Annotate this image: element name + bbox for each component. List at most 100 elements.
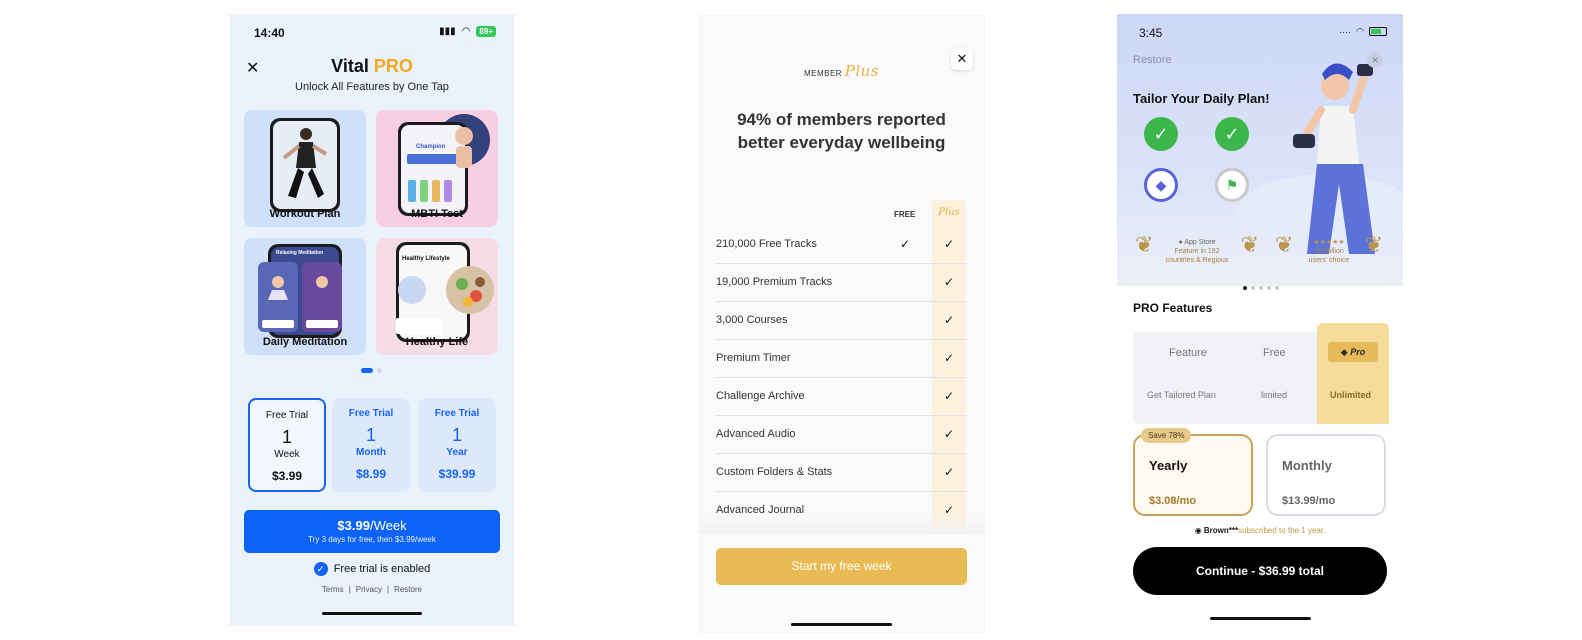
plan-yearly[interactable]: Yearly $3.08/mo bbox=[1133, 434, 1253, 516]
status-bar-icons: ···· ◠ bbox=[1339, 26, 1387, 37]
logo-member: MEMBER bbox=[803, 69, 843, 78]
feature-card-meditation[interactable]: Relaxing Meditation Daily Meditation bbox=[244, 238, 366, 355]
table-header-feature: Feature bbox=[1169, 347, 1207, 359]
daily-plan-paywall: 3:45 ···· ◠ Restore ✕ Tailor Your Daily … bbox=[1117, 14, 1403, 626]
plan-year[interactable]: Free Trial 1 Year $39.99 bbox=[418, 398, 496, 492]
diamond-icon: ◆ bbox=[1340, 347, 1348, 357]
member-plus-logo: MEMBER Plus bbox=[698, 62, 985, 80]
card-label: Workout Plan bbox=[269, 208, 341, 220]
free-check-icon: ✓ bbox=[900, 237, 911, 251]
cta-subtext: Try 3 days for free, then $3.99/week bbox=[308, 535, 436, 544]
award-line2: users' choice bbox=[1308, 257, 1350, 264]
plus-check-icon: ✓ bbox=[944, 389, 955, 403]
signal-icon: ▮▮▮ bbox=[439, 26, 456, 37]
subscribe-button[interactable]: $3.99/Week Try 3 days for free, then $3.… bbox=[244, 510, 500, 553]
feature-name: Custom Folders & Stats bbox=[716, 466, 833, 478]
restore-button[interactable]: Restore bbox=[1133, 54, 1172, 66]
page-title: Vital PRO bbox=[230, 56, 514, 77]
subscriber-text: subscribed to the 1 year. bbox=[1238, 526, 1326, 535]
continue-button[interactable]: Continue - $36.99 total bbox=[1133, 547, 1387, 595]
feature-name: 3,000 Courses bbox=[716, 314, 788, 326]
plan-title: Free Trial bbox=[348, 408, 394, 419]
logo-plus: Plus bbox=[844, 62, 880, 80]
plan-unit: Month bbox=[356, 447, 386, 458]
feature-name: Premium Timer bbox=[716, 352, 791, 364]
start-free-week-button[interactable]: Start my free week bbox=[716, 548, 967, 585]
card-label: Healthy Life bbox=[405, 336, 469, 348]
app-store-award: ❦ ❦ ● App Store Feature in 192 countries… bbox=[1135, 234, 1259, 265]
cta-price-unit: /Week bbox=[369, 518, 407, 533]
feature-row: 19,000 Premium Tracks ✓ bbox=[716, 264, 967, 302]
carousel-dots[interactable] bbox=[361, 368, 382, 373]
plus-check-icon: ✓ bbox=[944, 465, 955, 479]
carousel-dot[interactable] bbox=[1275, 286, 1279, 290]
table-header-free: Free bbox=[1263, 347, 1286, 359]
home-indicator bbox=[1210, 617, 1311, 620]
plan-title: Free Trial bbox=[265, 410, 309, 421]
battery-icon bbox=[1369, 27, 1387, 36]
carousel-dot[interactable] bbox=[377, 368, 382, 373]
free-trial-toggle[interactable]: ✓ Free trial is enabled bbox=[230, 562, 514, 576]
pro-features-heading: PRO Features bbox=[1133, 301, 1213, 315]
table-cell-feature: Get Tailored Plan bbox=[1147, 390, 1216, 400]
title-brand: Vital bbox=[331, 56, 369, 76]
laurel-left-icon: ❦ bbox=[1275, 232, 1294, 257]
close-icon[interactable]: ✕ bbox=[1367, 52, 1383, 68]
cta-price-value: $3.99 bbox=[337, 518, 370, 533]
separator: | bbox=[387, 585, 390, 594]
carousel-dots[interactable] bbox=[1243, 286, 1279, 290]
headline: 94% of members reported better everyday … bbox=[737, 110, 946, 152]
carousel-dot[interactable] bbox=[1267, 286, 1271, 290]
plan-name: Monthly bbox=[1282, 458, 1332, 473]
save-badge: Save 78% bbox=[1141, 428, 1192, 443]
privacy-link[interactable]: Privacy bbox=[356, 585, 382, 594]
award-line2: countries & Regious bbox=[1165, 257, 1229, 264]
healthy-lifestyle-text: Healthy Lifestyle bbox=[402, 256, 450, 262]
feature-name: 19,000 Premium Tracks bbox=[716, 276, 833, 288]
carousel-dot[interactable] bbox=[1259, 286, 1263, 290]
plan-unit: Year bbox=[446, 447, 468, 458]
plan-unit: Week bbox=[274, 449, 300, 460]
signal-icon: ···· bbox=[1339, 26, 1352, 37]
running-icon: ⚑ bbox=[1215, 168, 1249, 202]
restore-link[interactable]: Restore bbox=[394, 585, 422, 594]
avatar: ◉ bbox=[1194, 526, 1202, 535]
feature-name: 210,000 Free Tracks bbox=[716, 238, 817, 250]
laurel-right-icon: ❦ bbox=[1364, 232, 1383, 257]
close-button[interactable]: ✕ bbox=[951, 48, 973, 70]
feature-name: Advanced Audio bbox=[716, 428, 796, 440]
terms-link[interactable]: Terms bbox=[322, 585, 344, 594]
feature-row: Advanced Audio ✓ bbox=[716, 416, 967, 454]
checkmark-icon[interactable]: ✓ bbox=[313, 562, 328, 576]
feature-name: Challenge Archive bbox=[716, 390, 805, 402]
feature-row: Custom Folders & Stats ✓ bbox=[716, 454, 967, 492]
plus-check-icon: ✓ bbox=[944, 275, 955, 289]
carousel-dot-active[interactable] bbox=[361, 368, 373, 373]
title-pro: PRO bbox=[373, 56, 413, 76]
feature-card-healthy[interactable]: Healthy Lifestyle Healthy Life bbox=[376, 238, 498, 355]
champion-text: Champion bbox=[416, 144, 446, 150]
vital-pro-paywall: 14:40 ▮▮▮ ◠ 89+ ✕ Vital PRO Unlock All F… bbox=[230, 14, 514, 626]
feature-card-mbti[interactable]: Champion MBTI Test bbox=[376, 110, 498, 227]
scroll-fade bbox=[698, 514, 985, 534]
subscriber-notice: ◉ Brown***subscribed to the 1 year. bbox=[1117, 526, 1403, 535]
check-circle-icon: ✓ bbox=[1144, 117, 1178, 151]
status-time: 14:40 bbox=[254, 26, 285, 40]
table-cell-pro: Unlimited bbox=[1330, 390, 1372, 400]
pro-column-highlight bbox=[1317, 323, 1389, 424]
plan-price: $13.99/mo bbox=[1282, 495, 1336, 507]
column-header-free: FREE bbox=[894, 210, 916, 219]
carousel-dot[interactable] bbox=[1251, 286, 1255, 290]
plan-title: Free Trial bbox=[434, 408, 480, 419]
plan-monthly[interactable]: Monthly $13.99/mo bbox=[1266, 434, 1386, 516]
plan-week[interactable]: Free Trial 1 Week $3.99 bbox=[248, 398, 326, 492]
plan-month[interactable]: Free Trial 1 Month $8.99 bbox=[332, 398, 410, 492]
carousel-dot-active[interactable] bbox=[1243, 286, 1247, 290]
member-plus-paywall: MEMBER Plus ✕ 94% of members reported be… bbox=[698, 14, 985, 634]
wifi-icon: ◠ bbox=[1356, 26, 1364, 36]
plus-check-icon: ✓ bbox=[944, 313, 955, 327]
wifi-icon: ◠ bbox=[461, 26, 471, 37]
feature-card-workout[interactable]: Workout Plan bbox=[244, 110, 366, 227]
plan-price: $8.99 bbox=[355, 467, 387, 481]
award-top-text: App Store bbox=[1184, 239, 1216, 246]
